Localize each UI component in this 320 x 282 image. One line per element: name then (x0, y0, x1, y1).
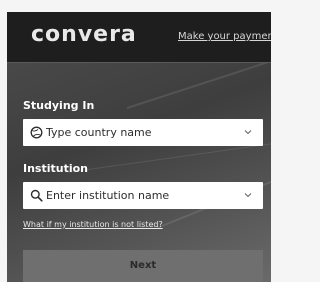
country-select[interactable]: Type country name (23, 119, 263, 146)
chevron-down-icon (244, 193, 252, 198)
chevron-down-icon (244, 130, 252, 135)
convera-logo[interactable]: convera (31, 22, 137, 47)
search-icon (30, 189, 43, 202)
page-background: convera Make your paymen Studying In Typ… (0, 0, 271, 282)
header-divider (7, 62, 271, 63)
studying-in-label: Studying In (23, 99, 95, 112)
make-payment-link[interactable]: Make your paymen (178, 31, 271, 42)
background-streak (126, 57, 271, 109)
country-placeholder: Type country name (46, 126, 152, 139)
next-button[interactable]: Next (23, 250, 263, 282)
institution-not-listed-link[interactable]: What if my institution is not listed? (23, 220, 163, 229)
institution-label: Institution (23, 162, 89, 175)
globe-icon (30, 126, 43, 139)
header-bar: convera Make your paymen (7, 12, 271, 62)
payment-card: convera Make your paymen Studying In Typ… (7, 12, 271, 282)
institution-select[interactable]: Enter institution name (23, 182, 263, 209)
institution-placeholder: Enter institution name (46, 189, 170, 202)
background-streak (66, 141, 271, 173)
